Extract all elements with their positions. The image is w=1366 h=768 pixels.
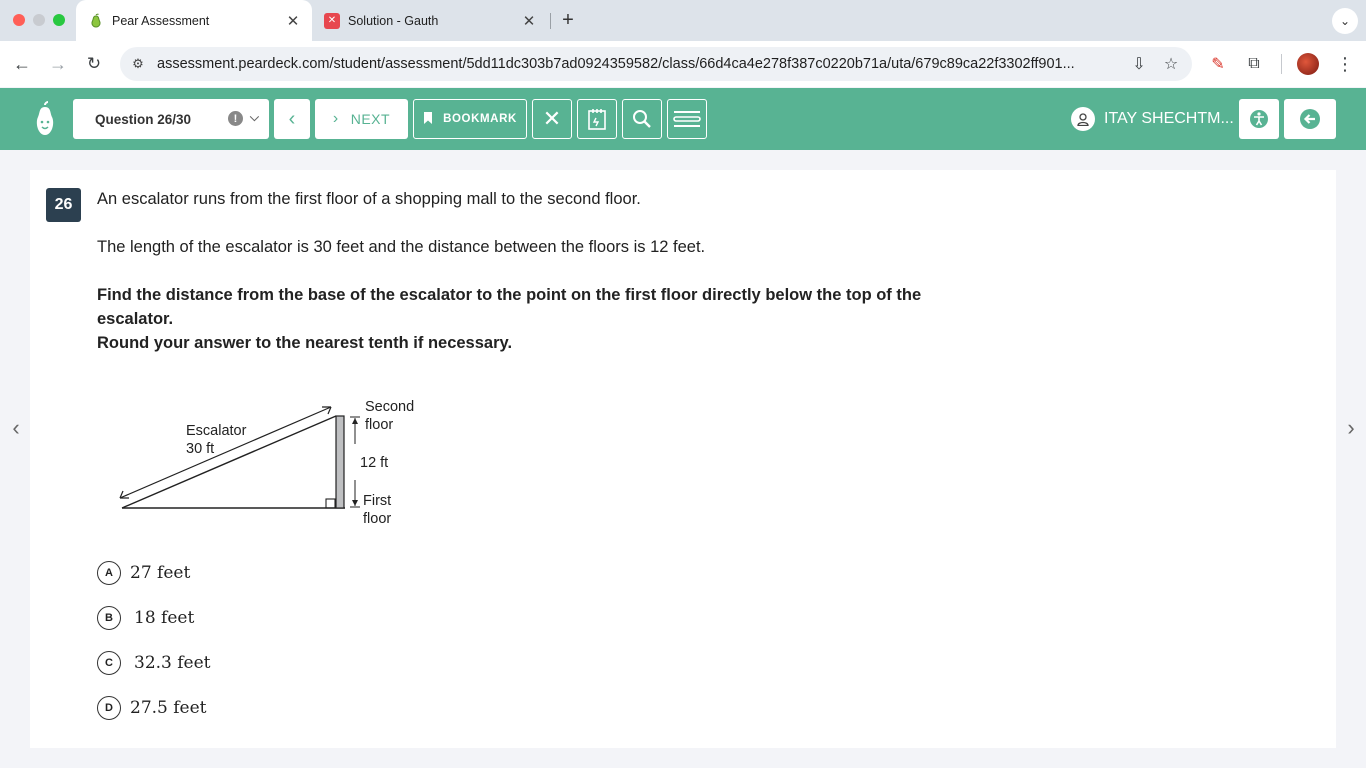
choice-text: 27.5 feet xyxy=(130,698,207,718)
search-icon xyxy=(633,110,651,128)
height-label: 12 ft xyxy=(360,455,388,471)
escalator-label: Escalator xyxy=(186,423,247,439)
answer-choice-b[interactable]: B 18 feet xyxy=(97,605,194,631)
tab-pear-assessment[interactable]: Pear Assessment ✕ xyxy=(76,0,312,41)
tab-divider xyxy=(550,13,551,29)
choice-text: 32.3 feet xyxy=(134,653,211,673)
forward-button[interactable]: → xyxy=(45,51,71,77)
gauth-icon: ✕ xyxy=(324,12,340,29)
maximize-window-button[interactable] xyxy=(53,14,65,26)
question-selector[interactable]: Question 26/30 ! ⌵ xyxy=(73,99,269,139)
tab-gauth[interactable]: ✕ Solution - Gauth ✕ xyxy=(318,0,548,41)
first-floor-label-2: floor xyxy=(363,511,391,527)
install-app-icon[interactable]: ⇩ xyxy=(1128,53,1150,75)
choice-letter-badge: D xyxy=(97,696,121,720)
answer-choice-c[interactable]: C 32.3 feet xyxy=(97,650,211,676)
escalator-length-label: 30 ft xyxy=(186,441,214,457)
exit-arrow-icon xyxy=(1300,109,1320,129)
reload-button[interactable]: ↻ xyxy=(81,51,107,77)
notepad-icon xyxy=(588,109,606,130)
pear-icon xyxy=(88,13,104,29)
profile-avatar[interactable] xyxy=(1297,53,1319,75)
choice-text: 27 feet xyxy=(130,563,191,583)
magnifier-button[interactable] xyxy=(622,99,662,139)
previous-question-button[interactable]: ‹ xyxy=(274,99,310,139)
browser-tab-strip: Pear Assessment ✕ ✕ Solution - Gauth ✕ +… xyxy=(0,0,1366,41)
question-text-line1: An escalator runs from the first floor o… xyxy=(97,190,641,208)
eliminate-answer-button[interactable]: ✕ xyxy=(532,99,572,139)
flag-alert-icon: ! xyxy=(228,111,243,126)
tab-title: Solution - Gauth xyxy=(348,13,439,28)
extensions-puzzle-icon[interactable]: ⧉ xyxy=(1241,51,1267,77)
choice-text: 18 feet xyxy=(134,608,195,628)
next-question-button[interactable]: › NEXT xyxy=(315,99,408,139)
line-reader-icon xyxy=(673,111,701,127)
address-bar[interactable]: ⚙ assessment.peardeck.com/student/assess… xyxy=(120,47,1192,81)
close-x-icon: ✕ xyxy=(542,106,562,131)
question-text-line2: The length of the escalator is 30 feet a… xyxy=(97,238,706,256)
notepad-button[interactable] xyxy=(577,99,617,139)
url-text[interactable]: assessment.peardeck.com/student/assessme… xyxy=(157,56,1128,72)
assessment-header: Question 26/30 ! ⌵ ‹ › NEXT BOOKMARK ✕ I… xyxy=(0,88,1366,150)
chevron-left-icon: ‹ xyxy=(288,107,296,130)
question-card: 26 An escalator runs from the first floo… xyxy=(30,170,1336,748)
browser-toolbar: ← → ↻ ⚙ assessment.peardeck.com/student/… xyxy=(0,41,1366,87)
user-name: ITAY SHECHTM... xyxy=(1104,110,1234,127)
next-page-arrow-icon[interactable]: › xyxy=(1343,414,1359,442)
question-instruction: Find the distance from the base of the e… xyxy=(97,286,922,328)
chevron-down-icon: ⌵ xyxy=(249,110,259,124)
line-reader-button[interactable] xyxy=(667,99,707,139)
site-settings-icon[interactable]: ⚙ xyxy=(129,55,147,73)
tab-title: Pear Assessment xyxy=(112,13,210,28)
chevron-right-icon: › xyxy=(332,110,339,127)
user-avatar-icon xyxy=(1071,107,1095,131)
second-floor-label: Second xyxy=(365,399,414,415)
second-floor-label-2: floor xyxy=(365,417,393,433)
first-floor-label: First xyxy=(363,493,391,509)
bookmark-button[interactable]: BOOKMARK xyxy=(413,99,527,139)
choice-letter-badge: B xyxy=(97,606,121,630)
bookmark-icon xyxy=(423,111,433,127)
answer-choice-d[interactable]: D 27.5 feet xyxy=(97,695,207,721)
escalator-diagram: Escalator 30 ft Second floor 12 ft First… xyxy=(119,399,414,527)
answer-choice-a[interactable]: A 27 feet xyxy=(97,560,190,586)
choice-letter-badge: C xyxy=(97,651,121,675)
pear-logo-icon xyxy=(36,101,54,135)
user-menu[interactable]: ITAY SHECHTM... xyxy=(1071,99,1234,139)
next-label: NEXT xyxy=(350,111,391,127)
tab-search-button[interactable]: ⌄ xyxy=(1332,8,1358,34)
exit-button[interactable] xyxy=(1284,99,1336,139)
minimize-window-button[interactable] xyxy=(33,14,45,26)
accessibility-icon xyxy=(1250,110,1268,128)
new-tab-button[interactable]: + xyxy=(558,9,578,31)
back-button[interactable]: ← xyxy=(9,51,35,77)
bookmark-star-icon[interactable]: ☆ xyxy=(1160,53,1182,75)
question-number-badge: 26 xyxy=(46,188,81,222)
question-rounding-note: Round your answer to the nearest tenth i… xyxy=(97,334,513,352)
close-icon[interactable]: ✕ xyxy=(520,12,538,30)
kebab-menu-icon[interactable]: ⋮ xyxy=(1332,51,1358,77)
question-selector-label: Question 26/30 xyxy=(95,111,192,127)
toolbar-divider xyxy=(1281,54,1282,74)
bookmark-label: BOOKMARK xyxy=(443,113,517,125)
pen-extension-icon[interactable]: ✎ xyxy=(1205,51,1231,77)
accessibility-button[interactable] xyxy=(1239,99,1279,139)
previous-page-arrow-icon[interactable]: ‹ xyxy=(8,414,24,442)
close-icon[interactable]: ✕ xyxy=(284,12,302,30)
close-window-button[interactable] xyxy=(13,14,25,26)
choice-letter-badge: A xyxy=(97,561,121,585)
